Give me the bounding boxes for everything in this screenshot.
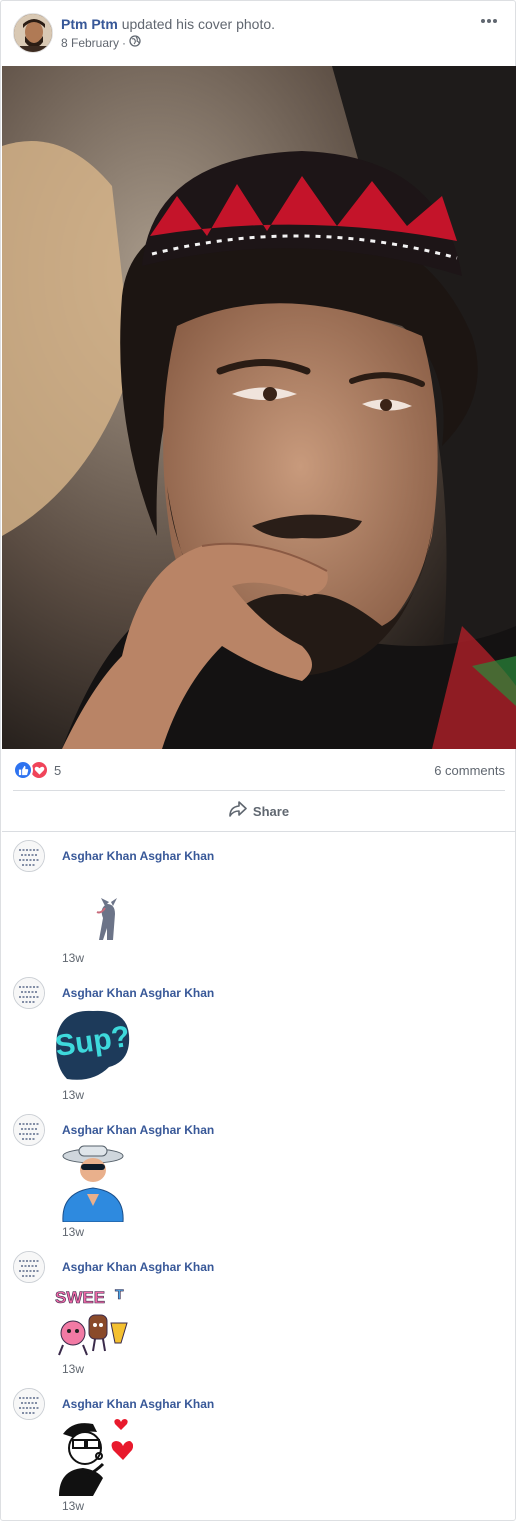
svg-text:T: T	[115, 1286, 124, 1302]
comment-item: Asghar Khan Asghar Khan 13w	[13, 1106, 505, 1239]
share-button[interactable]: Share	[13, 793, 505, 829]
reaction-icons[interactable]	[13, 760, 49, 780]
post-meta: 8 February ·	[61, 35, 275, 51]
globe-icon[interactable]	[129, 35, 141, 51]
comment-time[interactable]: 13w	[62, 1499, 84, 1513]
comment-item: Asghar Khan Asghar Khan SWEE T 13w	[13, 1243, 505, 1376]
post-title-line: Ptm Ptm updated his cover photo.	[61, 15, 275, 33]
comments-count-link[interactable]: 6 comments	[434, 763, 505, 778]
sweeet-sticker[interactable]: SWEE T	[53, 1279, 133, 1359]
comment-time[interactable]: 13w	[62, 1088, 84, 1102]
share-label: Share	[252, 803, 290, 819]
cat-walking-sticker[interactable]	[53, 868, 133, 948]
meta-separator: ·	[122, 36, 127, 50]
comment-time[interactable]: 13w	[62, 951, 84, 965]
comment-time[interactable]: 13w	[62, 1362, 84, 1376]
comment-item: Asghar Khan Asghar Khan Sup? 13w	[13, 969, 505, 1102]
post-date[interactable]: 8 February	[61, 35, 119, 51]
kiss-hearts-sticker[interactable]	[53, 1416, 134, 1496]
like-icon	[13, 760, 33, 780]
post-card: Ptm Ptm updated his cover photo. 8 Febru…	[0, 0, 516, 1521]
sup-sticker[interactable]: Sup?	[53, 1005, 133, 1085]
svg-text:SWEE: SWEE	[55, 1288, 105, 1307]
commenter-avatar[interactable]	[13, 1114, 45, 1146]
comment-item: Asghar Khan Asghar Khan 13w	[13, 832, 505, 965]
commenter-avatar[interactable]	[13, 840, 45, 872]
commenter-name[interactable]: Asghar Khan Asghar Khan	[62, 1123, 214, 1137]
post-author-link[interactable]: Ptm Ptm	[61, 16, 118, 32]
comment-time[interactable]: 13w	[62, 1225, 84, 1239]
reaction-count[interactable]: 5	[54, 763, 61, 778]
post-header: Ptm Ptm updated his cover photo. 8 Febru…	[13, 13, 505, 55]
commenter-name[interactable]: Asghar Khan Asghar Khan	[62, 1260, 214, 1274]
comment-item: Asghar Khan Asghar Khan 13w	[13, 1380, 505, 1513]
commenter-avatar[interactable]	[13, 1388, 45, 1420]
reactions-bar: 5 6 comments	[13, 759, 505, 783]
divider	[13, 790, 505, 791]
commenter-name[interactable]: Asghar Khan Asghar Khan	[62, 986, 214, 1000]
author-avatar[interactable]	[13, 13, 53, 53]
commenter-name[interactable]: Asghar Khan Asghar Khan	[62, 1397, 214, 1411]
share-arrow-icon	[229, 800, 247, 822]
cover-photo[interactable]	[2, 66, 516, 749]
grandma-clapping-sticker[interactable]	[53, 1142, 133, 1223]
commenter-avatar[interactable]	[13, 1251, 45, 1283]
commenter-name[interactable]: Asghar Khan Asghar Khan	[62, 849, 214, 863]
header-text: Ptm Ptm updated his cover photo. 8 Febru…	[61, 15, 275, 51]
more-dots-icon[interactable]	[477, 13, 501, 29]
post-action-text: updated his cover photo.	[121, 16, 276, 32]
commenter-avatar[interactable]	[13, 977, 45, 1009]
